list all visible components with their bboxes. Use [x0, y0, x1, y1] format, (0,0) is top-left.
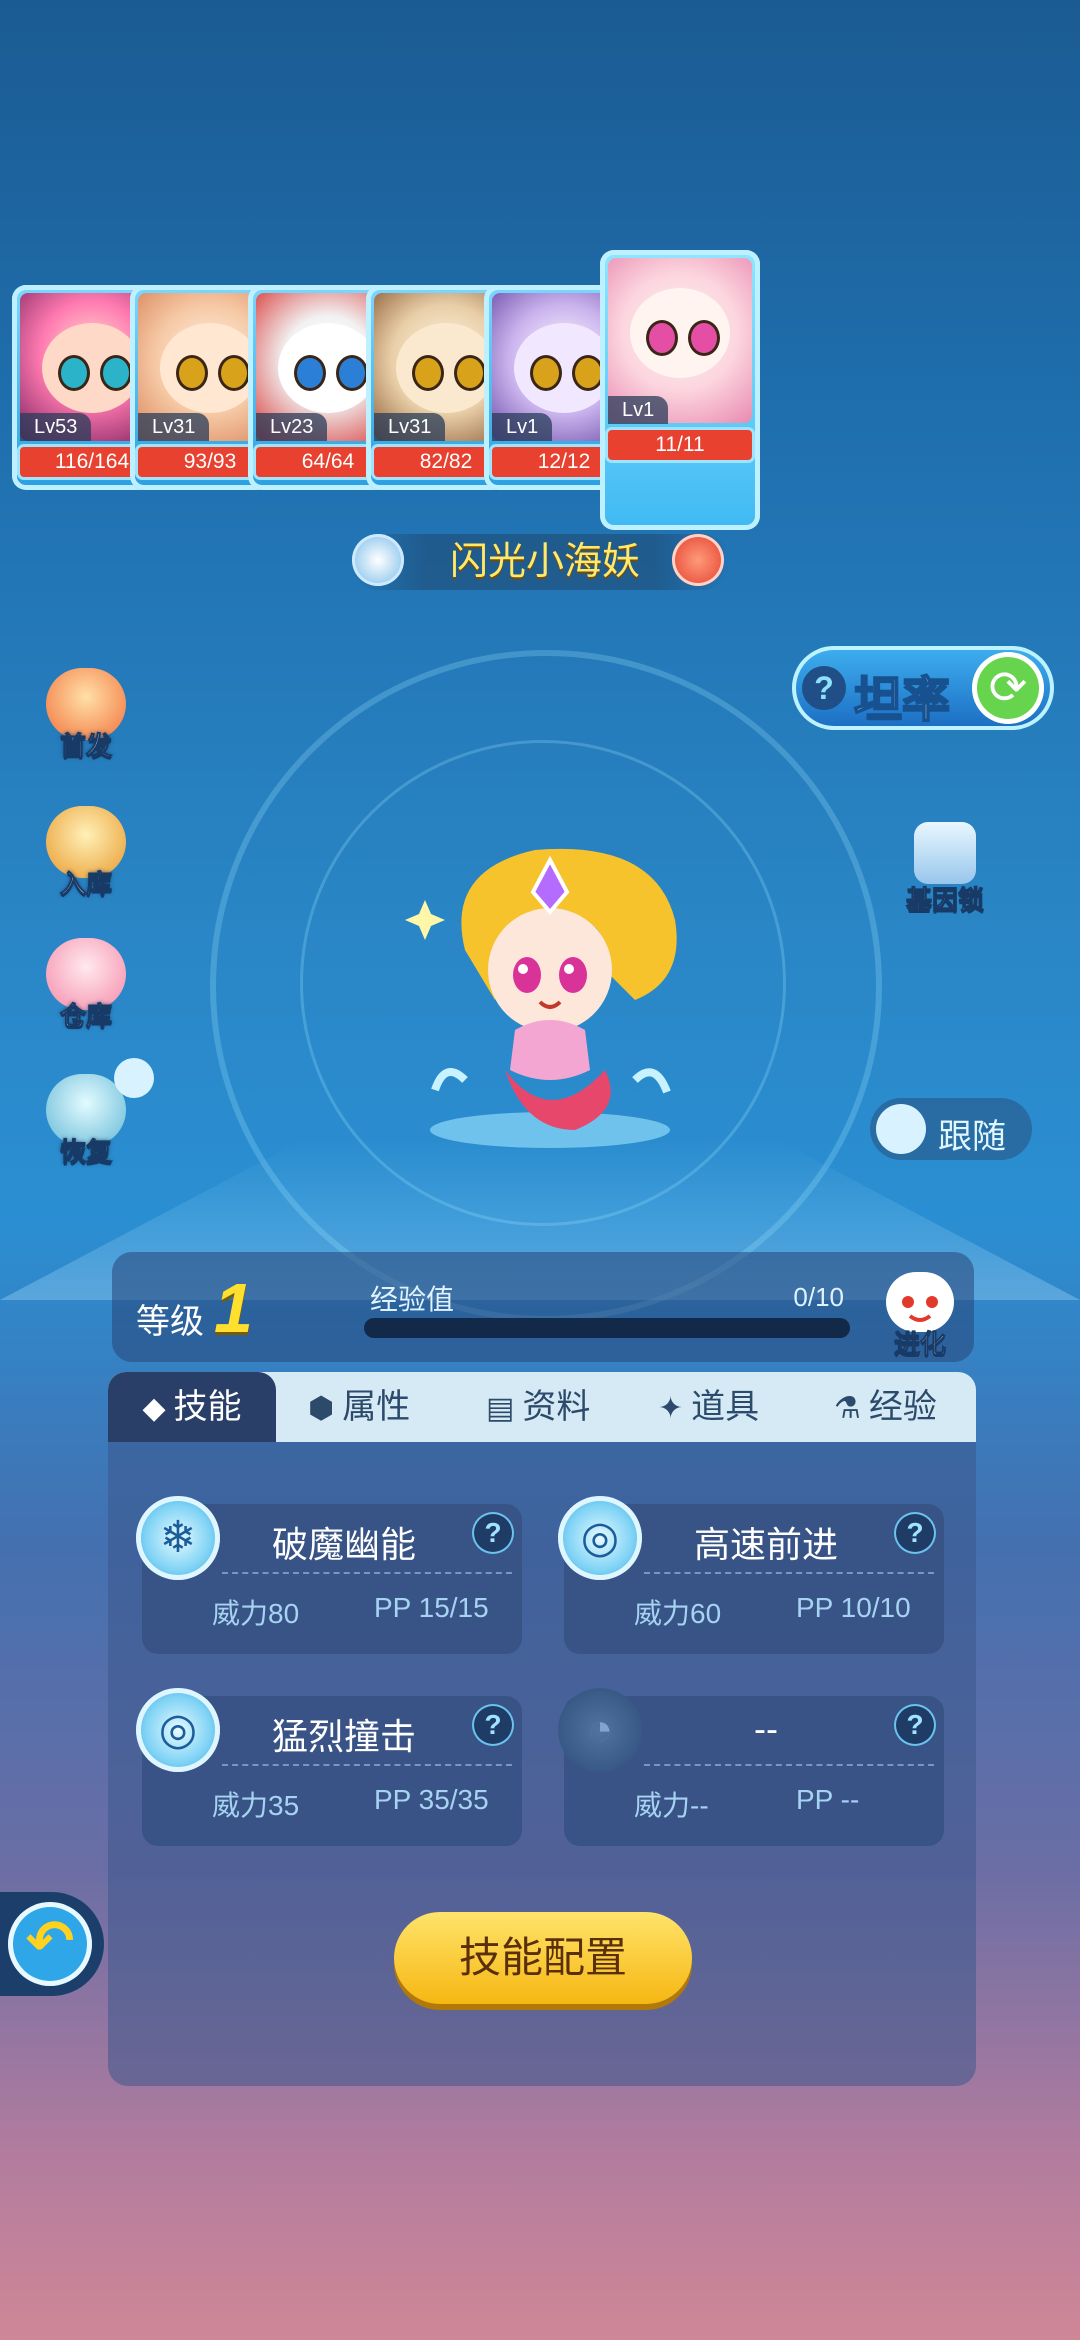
exp-label: 经验值 [370, 1284, 455, 1315]
skill-card-2[interactable]: ◎ 高速前进 ? 威力60 PP 10/10 [558, 1496, 944, 1654]
diamond-icon: ◆ [142, 1392, 166, 1425]
skill-name: -- [754, 1708, 778, 1749]
gene-lock-icon [914, 822, 976, 884]
temperament-help-icon[interactable]: ? [802, 666, 846, 710]
skill-card-4-empty[interactable]: ◔ -- ? 威力-- PP -- [558, 1688, 944, 1846]
temperament-label: 坦率 [853, 673, 951, 728]
team-slot-6-selected[interactable]: Lv1 11/11 [600, 250, 760, 530]
heal-label: 恢复 [59, 1137, 112, 1168]
gene-lock-label: 基因锁 [905, 885, 984, 916]
pet-level: Lv1 [608, 396, 669, 424]
skill-card-1[interactable]: ❄ 破魔幽能 ? 威力80 PP 15/15 [136, 1496, 522, 1654]
tab-attributes[interactable]: ⬢ 属性 [308, 1372, 410, 1442]
tab-info[interactable]: ▤ 资料 [486, 1372, 590, 1442]
temperament-button[interactable]: ? 坦率 ⟳ [792, 646, 1054, 730]
tab-items[interactable]: ✦ 道具 [658, 1372, 759, 1442]
heal-indicator [114, 1058, 154, 1098]
first-start-label: 首发 [59, 731, 112, 762]
divider [222, 1764, 512, 1766]
gene-lock-button[interactable]: 基因锁 [890, 822, 1000, 922]
skill-power: 威力35 [212, 1790, 300, 1821]
tab-label: 经验 [868, 1388, 937, 1426]
skill-card-3[interactable]: ◎ 猛烈撞击 ? 威力35 PP 35/35 [136, 1688, 522, 1846]
skill-pp: PP 10/10 [796, 1592, 911, 1623]
pet-avatar[interactable] [405, 830, 695, 1150]
skill-power: 威力80 [212, 1598, 300, 1629]
divider [644, 1764, 934, 1766]
tab-skills[interactable]: ◆ 技能 [108, 1372, 276, 1442]
back-button[interactable]: ↶ [0, 1892, 104, 1996]
target-icon: ◎ [136, 1688, 220, 1772]
skill-help-icon[interactable]: ? [474, 1514, 512, 1552]
hexagon-icon: ⬢ [308, 1392, 335, 1425]
skill-help-icon[interactable]: ? [896, 1514, 934, 1552]
tab-label: 资料 [522, 1388, 591, 1426]
snowflake-icon: ❄ [136, 1496, 220, 1580]
refresh-icon[interactable]: ⟳ [972, 652, 1044, 724]
pet-level: Lv1 [492, 413, 553, 441]
evolve-icon [886, 1272, 954, 1332]
pet-level: Lv53 [20, 413, 92, 441]
pet-level: Lv31 [374, 413, 446, 441]
follow-toggle[interactable]: 跟随 [870, 1098, 1032, 1160]
team-bar: Lv53 116/164 Lv31 93/93 Lv23 64/64 Lv31 … [0, 250, 1080, 530]
warehouse-label: 仓库 [59, 1001, 112, 1032]
water-element-icon[interactable] [352, 534, 404, 586]
toggle-knob [876, 1104, 926, 1154]
follow-label: 跟随 [938, 1118, 1006, 1156]
first-start-button[interactable]: 首发 [38, 668, 134, 768]
tab-label: 技能 [173, 1388, 242, 1426]
back-arrow-icon: ↶ [8, 1902, 92, 1986]
skill-pp: PP 35/35 [374, 1784, 489, 1815]
star-item-icon: ✦ [658, 1392, 684, 1425]
pet-badge-icon[interactable] [672, 534, 724, 586]
skill-power: 威力-- [634, 1790, 709, 1821]
pet-level: Lv23 [256, 413, 328, 441]
skill-name: 猛烈撞击 [271, 1716, 416, 1757]
skill-power: 威力60 [634, 1598, 722, 1629]
pet-name: 闪光小海妖 [449, 541, 640, 583]
flask-icon: ⚗ [834, 1392, 861, 1425]
pet-hp: 11/11 [608, 430, 752, 460]
divider [222, 1572, 512, 1574]
skill-pp: PP 15/15 [374, 1592, 489, 1623]
tab-bar: ◆ 技能 ⬢ 属性 ▤ 资料 ✦ 道具 ⚗ 经验 [108, 1372, 976, 1442]
locked-skill-icon: ◔ [558, 1688, 642, 1772]
clipboard-icon: ▤ [486, 1392, 515, 1425]
tab-label: 属性 [342, 1388, 411, 1426]
evolve-label: 进化 [893, 1329, 946, 1360]
warehouse-button[interactable]: 仓库 [38, 938, 134, 1038]
skill-help-icon[interactable]: ? [896, 1706, 934, 1744]
level-label: 等级 [136, 1303, 204, 1341]
skill-name: 高速前进 [693, 1524, 838, 1565]
target-icon: ◎ [558, 1496, 642, 1580]
divider [644, 1572, 934, 1574]
tab-label: 道具 [691, 1388, 760, 1426]
skill-name: 破魔幽能 [271, 1524, 416, 1565]
skill-config-button[interactable]: 技能配置 [394, 1912, 692, 2004]
skill-pp: PP -- [796, 1784, 860, 1815]
exp-value: 0/10 [793, 1282, 844, 1312]
exp-progress-bar [364, 1318, 850, 1338]
skill-help-icon[interactable]: ? [474, 1706, 512, 1744]
level-value: 1 [214, 1269, 253, 1347]
storage-in-label: 入库 [59, 869, 112, 900]
tab-experience[interactable]: ⚗ 经验 [834, 1372, 937, 1442]
storage-in-button[interactable]: 入库 [38, 806, 134, 906]
evolve-button[interactable]: 进化 [870, 1258, 970, 1360]
pet-level: Lv31 [138, 413, 210, 441]
